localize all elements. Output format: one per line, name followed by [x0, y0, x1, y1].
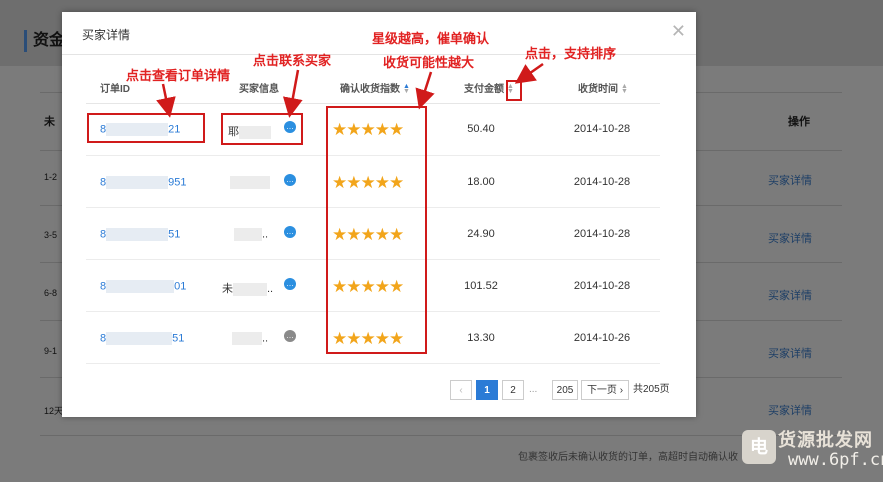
arrow-sort: [514, 62, 544, 84]
arrow-order-detail: [156, 83, 176, 118]
arrow-rating: [415, 71, 435, 110]
arrow-contact-buyer: [282, 69, 303, 118]
annotation-arrows: [156, 62, 544, 118]
